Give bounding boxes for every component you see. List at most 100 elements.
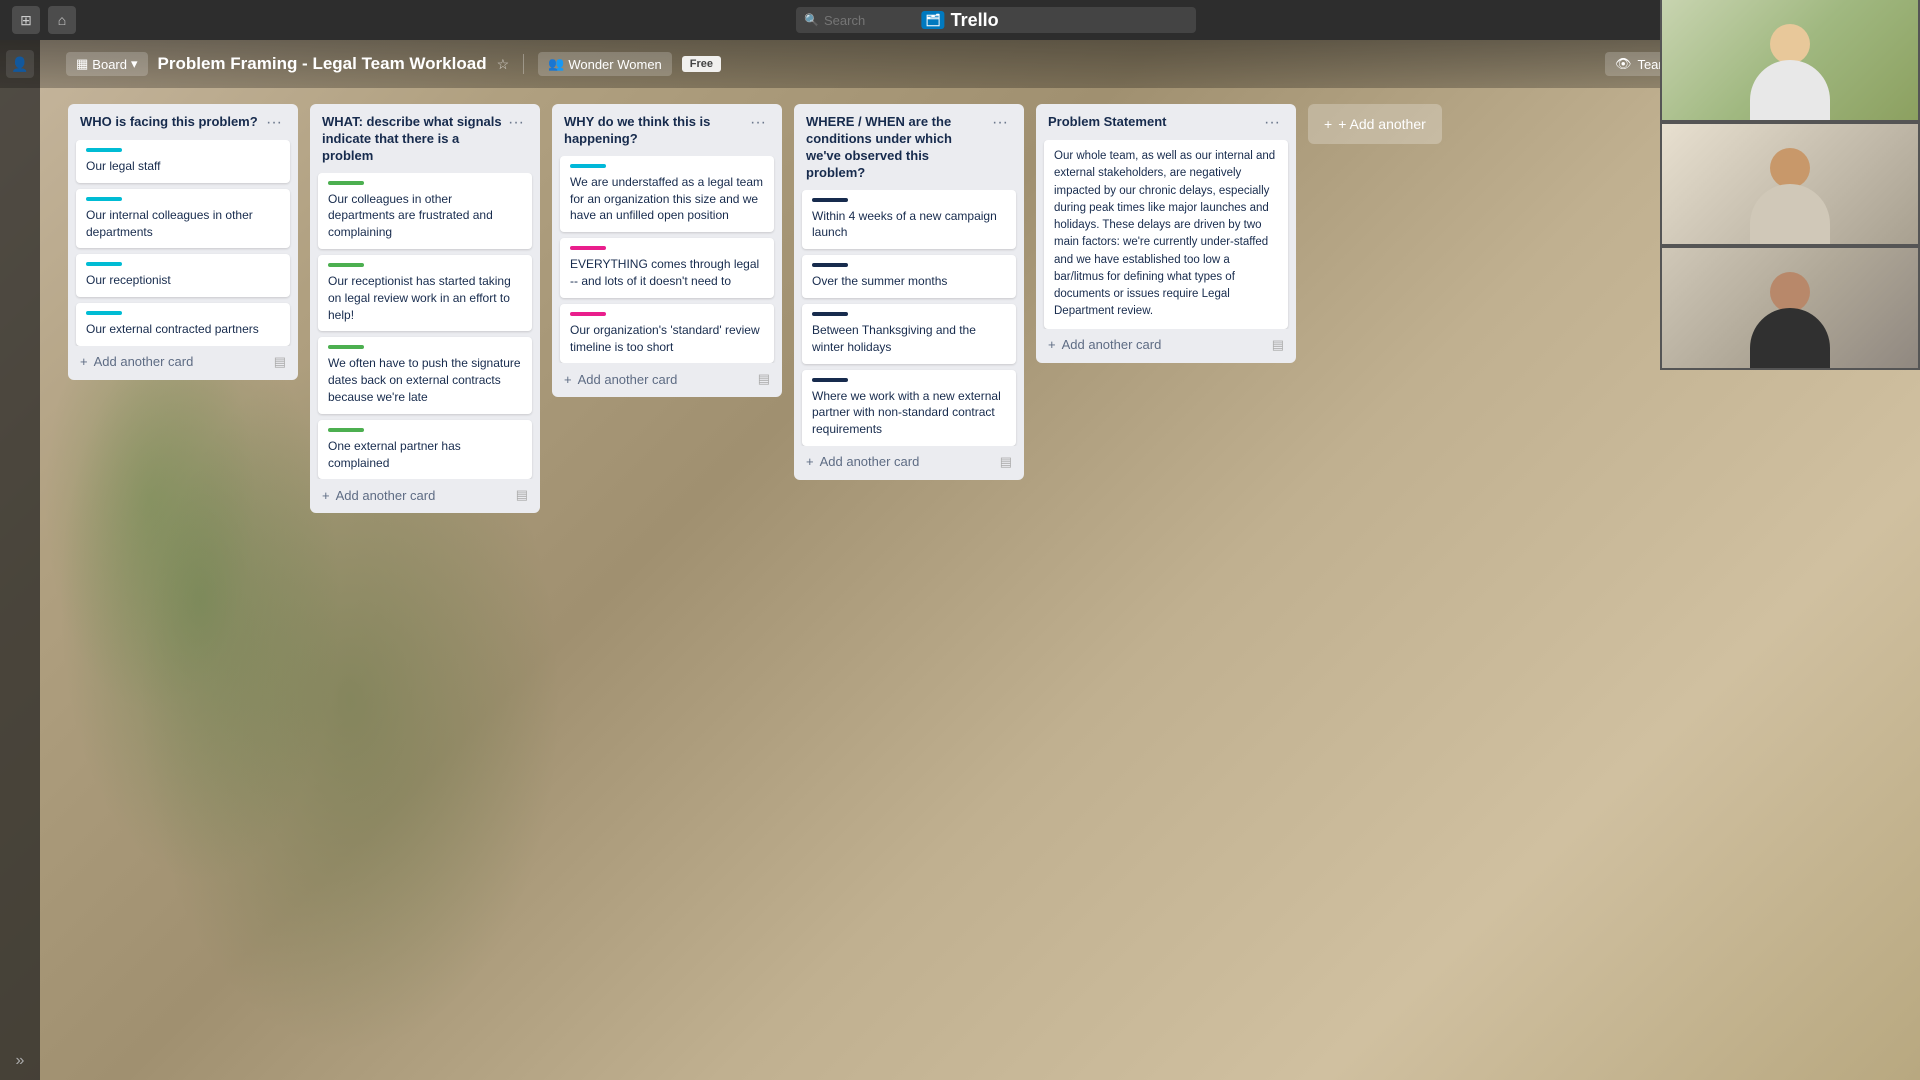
archive-icon[interactable]: ▤ bbox=[758, 371, 770, 387]
person-head-2 bbox=[1770, 148, 1810, 188]
list-what-cards: Our colleagues in other departments are … bbox=[310, 173, 540, 480]
board-content: WHO is facing this problem? ··· Our lega… bbox=[0, 88, 1920, 1080]
list-why-title: WHY do we think this is happening? bbox=[564, 114, 746, 148]
card-text: We often have to push the signature date… bbox=[328, 356, 521, 404]
sidebar-left: 👤 » bbox=[0, 40, 40, 1080]
list-what-add-button[interactable]: + Add another card ▤ bbox=[310, 479, 540, 513]
card-text: Our organization's 'standard' review tim… bbox=[570, 323, 760, 354]
list-who-title: WHO is facing this problem? bbox=[80, 114, 262, 131]
card-text: Our colleagues in other departments are … bbox=[328, 192, 493, 240]
add-card-label: Add another card bbox=[94, 354, 194, 369]
add-list-button[interactable]: + + Add another bbox=[1308, 104, 1442, 144]
card-who-4[interactable]: Our external contracted partners bbox=[76, 303, 290, 346]
person-head-3 bbox=[1770, 272, 1810, 312]
plus-icon: + bbox=[806, 454, 814, 469]
add-card-label: Add another card bbox=[820, 454, 920, 469]
video-participant-3 bbox=[1660, 246, 1920, 370]
board-icon: ▦ bbox=[76, 56, 88, 72]
card-where-3[interactable]: Between Thanksgiving and the winter holi… bbox=[802, 304, 1016, 364]
card-why-3[interactable]: Our organization's 'standard' review tim… bbox=[560, 304, 774, 364]
team-icon: 👥 bbox=[548, 56, 564, 72]
topbar: ⊞ ⌂ 🔍 🗂 Trello bbox=[0, 0, 1920, 40]
trello-logo: 🗂 Trello bbox=[921, 10, 998, 31]
list-where: WHERE / WHEN are the conditions under wh… bbox=[794, 104, 1024, 480]
apps-icon[interactable]: ⊞ bbox=[12, 6, 40, 34]
card-text: Over the summer months bbox=[812, 274, 947, 288]
archive-icon[interactable]: ▤ bbox=[516, 487, 528, 503]
list-statement-title: Problem Statement bbox=[1048, 114, 1260, 131]
archive-icon[interactable]: ▤ bbox=[1272, 337, 1284, 353]
list-what-title: WHAT: describe what signals indicate tha… bbox=[322, 114, 504, 165]
list-who-cards: Our legal staff Our internal colleagues … bbox=[68, 140, 298, 346]
wonder-women-button[interactable]: 👥 Wonder Women bbox=[538, 52, 672, 76]
trello-wordmark: Trello bbox=[951, 10, 999, 31]
add-list-label: + Add another bbox=[1338, 116, 1426, 132]
video-participant-1 bbox=[1660, 0, 1920, 122]
card-text: Our receptionist has started taking on l… bbox=[328, 274, 511, 322]
card-what-4[interactable]: One external partner has complained bbox=[318, 420, 532, 480]
header-separator bbox=[523, 54, 524, 74]
board-breadcrumb-label: Board bbox=[92, 57, 127, 72]
list-where-add-button[interactable]: + Add another card ▤ bbox=[794, 446, 1024, 480]
list-why-add-button[interactable]: + Add another card ▤ bbox=[552, 363, 782, 397]
card-bar bbox=[86, 262, 122, 266]
card-what-1[interactable]: Our colleagues in other departments are … bbox=[318, 173, 532, 249]
card-text: Our whole team, as well as our internal … bbox=[1054, 150, 1275, 317]
board-star-icon[interactable]: ☆ bbox=[497, 56, 510, 73]
card-text: We are understaffed as a legal team for … bbox=[570, 175, 763, 223]
list-why-menu-button[interactable]: ··· bbox=[746, 114, 770, 132]
card-bar bbox=[86, 197, 122, 201]
team-name-label: Wonder Women bbox=[568, 57, 661, 72]
list-what-menu-button[interactable]: ··· bbox=[504, 114, 528, 132]
card-who-2[interactable]: Our internal colleagues in other departm… bbox=[76, 189, 290, 249]
person-body-2 bbox=[1750, 184, 1830, 244]
card-bar bbox=[86, 311, 122, 315]
plus-icon: + bbox=[322, 488, 330, 503]
card-why-1[interactable]: We are understaffed as a legal team for … bbox=[560, 156, 774, 232]
list-statement: Problem Statement ··· Our whole team, as… bbox=[1036, 104, 1296, 363]
list-where-header: WHERE / WHEN are the conditions under wh… bbox=[794, 104, 1024, 190]
home-icon[interactable]: ⌂ bbox=[48, 6, 76, 34]
card-text: One external partner has complained bbox=[328, 439, 461, 470]
card-why-2[interactable]: EVERYTHING comes through legal -- and lo… bbox=[560, 238, 774, 298]
card-who-1[interactable]: Our legal staff bbox=[76, 140, 290, 183]
board-breadcrumb-button[interactable]: ▦ Board ▾ bbox=[66, 52, 148, 76]
card-bar bbox=[812, 263, 848, 267]
person-body-1 bbox=[1750, 60, 1830, 120]
plus-icon: + bbox=[564, 372, 572, 387]
card-text: EVERYTHING comes through legal -- and lo… bbox=[570, 257, 759, 288]
card-text: Our external contracted partners bbox=[86, 322, 259, 336]
add-card-label: Add another card bbox=[336, 488, 436, 503]
plus-icon: + bbox=[1048, 337, 1056, 352]
list-who-add-button[interactable]: + Add another card ▤ bbox=[68, 346, 298, 380]
list-why-cards: We are understaffed as a legal team for … bbox=[552, 156, 782, 364]
card-where-2[interactable]: Over the summer months bbox=[802, 255, 1016, 298]
sidebar-expand-icon[interactable]: » bbox=[16, 1052, 25, 1070]
card-bar bbox=[86, 148, 122, 152]
board-title: Problem Framing - Legal Team Workload bbox=[158, 54, 487, 74]
card-where-4[interactable]: Where we work with a new external partne… bbox=[802, 370, 1016, 446]
card-bar bbox=[570, 164, 606, 168]
list-why: WHY do we think this is happening? ··· W… bbox=[552, 104, 782, 397]
card-where-1[interactable]: Within 4 weeks of a new campaign launch bbox=[802, 190, 1016, 250]
card-bar bbox=[812, 378, 848, 382]
card-what-2[interactable]: Our receptionist has started taking on l… bbox=[318, 255, 532, 331]
card-text: Our receptionist bbox=[86, 273, 171, 287]
list-statement-add-button[interactable]: + Add another card ▤ bbox=[1036, 329, 1296, 363]
list-who-menu-button[interactable]: ··· bbox=[262, 114, 286, 132]
person-head-1 bbox=[1770, 24, 1810, 64]
card-bar bbox=[328, 345, 364, 349]
archive-icon[interactable]: ▤ bbox=[1000, 454, 1012, 470]
card-bar bbox=[328, 263, 364, 267]
eye-icon: 👁 bbox=[1615, 56, 1632, 72]
board-chevron-icon: ▾ bbox=[131, 56, 138, 72]
list-where-menu-button[interactable]: ··· bbox=[988, 114, 1012, 132]
card-who-3[interactable]: Our receptionist bbox=[76, 254, 290, 297]
card-statement-1[interactable]: Our whole team, as well as our internal … bbox=[1044, 140, 1288, 329]
archive-icon[interactable]: ▤ bbox=[274, 354, 286, 370]
card-what-3[interactable]: We often have to push the signature date… bbox=[318, 337, 532, 413]
person-body-3 bbox=[1750, 308, 1830, 368]
list-statement-menu-button[interactable]: ··· bbox=[1260, 114, 1284, 132]
card-bar bbox=[812, 312, 848, 316]
video-panel bbox=[1660, 0, 1920, 370]
